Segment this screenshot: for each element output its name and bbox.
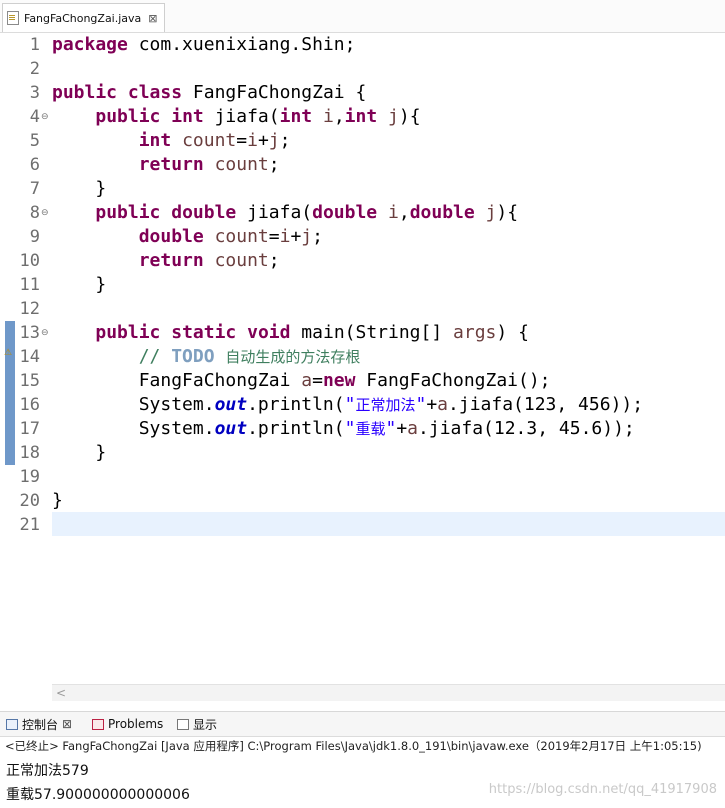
code-line[interactable]: System.out.println("重载"+a.jiafa(12.3, 45…: [52, 417, 635, 441]
current-line-highlight: [52, 512, 725, 536]
console-status-header: <已终止> FangFaChongZai [Java 应用程序] C:\Prog…: [5, 739, 702, 753]
line-number: 21: [19, 515, 40, 535]
line-number: 7: [29, 179, 40, 199]
code-line[interactable]: double count=i+j;: [52, 225, 323, 249]
warning-marker-icon[interactable]: ⚠: [4, 348, 13, 358]
code-editor[interactable]: ⚠ 1 package com.xuenixiang.Shin; 2 3 public …: [0, 33, 725, 701]
line-number: 19: [19, 467, 40, 487]
code-line[interactable]: System.out.println("正常加法"+a.jiafa(123, 4…: [52, 393, 643, 417]
display-icon: [177, 718, 189, 730]
line-number: 15: [19, 371, 40, 391]
console-icon: [6, 718, 18, 730]
code-line[interactable]: int count=i+j;: [52, 129, 291, 153]
line-number: 13: [19, 323, 40, 343]
line-number: 9: [29, 227, 40, 247]
code-line[interactable]: // TODO 自动生成的方法存根: [52, 345, 361, 369]
console-tab-bar: 控制台 ⊠ Problems 显示: [0, 711, 725, 737]
code-line[interactable]: public int jiafa(int i,int j){: [52, 105, 420, 129]
code-line[interactable]: public double jiafa(double i,double j){: [52, 201, 518, 225]
tab-display[interactable]: 显示: [177, 712, 217, 736]
editor-tab-label: FangFaChongZai.java: [24, 11, 142, 25]
code-line[interactable]: package com.xuenixiang.Shin;: [52, 33, 355, 57]
code-line[interactable]: }: [52, 441, 106, 465]
tab-display-label: 显示: [193, 717, 218, 732]
java-file-icon: [7, 11, 19, 25]
close-tab-icon[interactable]: ⊠: [148, 12, 157, 25]
watermark: https://blog.csdn.net/qq_41917908: [488, 782, 717, 797]
code-line[interactable]: public static void main(String[] args) {: [52, 321, 529, 345]
fold-toggle-icon[interactable]: ⊖: [41, 105, 49, 129]
line-number: 11: [19, 275, 40, 295]
scroll-left-icon[interactable]: <: [56, 686, 66, 700]
line-number: 17: [19, 419, 40, 439]
line-number: 5: [29, 131, 40, 151]
fold-toggle-icon[interactable]: ⊖: [41, 321, 49, 345]
horizontal-scrollbar[interactable]: <: [52, 684, 725, 701]
fold-toggle-icon[interactable]: ⊖: [41, 201, 49, 225]
line-number: 18: [19, 443, 40, 463]
tab-problems[interactable]: Problems: [92, 712, 163, 736]
code-line[interactable]: }: [52, 273, 106, 297]
editor-tab-bar: FangFaChongZai.java ⊠: [0, 0, 725, 33]
code-line[interactable]: }: [52, 177, 106, 201]
problems-icon: [92, 718, 104, 730]
line-number: 3: [29, 83, 40, 103]
line-number: 8: [29, 203, 40, 223]
line-number: 2: [29, 59, 40, 79]
selection-marker-bar: [5, 321, 15, 465]
tab-console[interactable]: 控制台 ⊠: [6, 712, 72, 736]
line-number: 14: [19, 347, 40, 367]
console-output-line: 重载57.900000000000006: [6, 787, 190, 803]
line-number: 4: [29, 107, 40, 127]
close-console-icon[interactable]: ⊠: [62, 717, 72, 731]
line-number: 1: [29, 35, 40, 55]
code-line[interactable]: FangFaChongZai a=new FangFaChongZai();: [52, 369, 551, 393]
line-number: 12: [19, 299, 40, 319]
line-number: 20: [19, 491, 40, 511]
line-number: 10: [19, 251, 40, 271]
editor-tab[interactable]: FangFaChongZai.java ⊠: [2, 3, 165, 32]
tab-problems-label: Problems: [108, 717, 164, 731]
tab-console-label: 控制台: [22, 717, 59, 732]
line-number: 6: [29, 155, 40, 175]
line-number: 16: [19, 395, 40, 415]
code-line[interactable]: return count;: [52, 153, 280, 177]
code-line[interactable]: return count;: [52, 249, 280, 273]
code-line[interactable]: public class FangFaChongZai {: [52, 81, 366, 105]
console-output-line: 正常加法579: [6, 763, 89, 779]
code-line[interactable]: }: [52, 489, 63, 513]
